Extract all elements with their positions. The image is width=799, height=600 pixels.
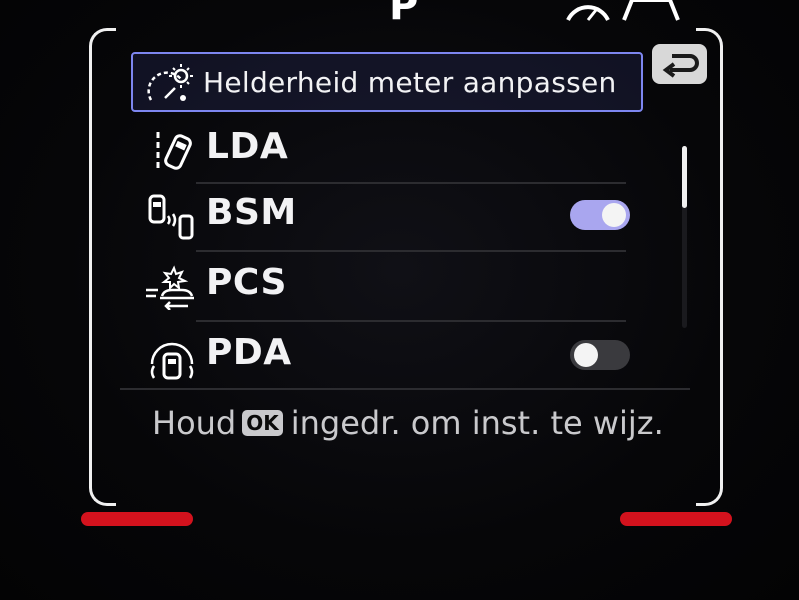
lane-departure-icon [156, 132, 192, 170]
menu-item-label: PDA [206, 332, 292, 373]
ok-key-badge: OK [242, 410, 283, 436]
meter-brightness-icon [147, 64, 193, 101]
gear-position-indicator: P [389, 0, 419, 29]
menu-item-pcs[interactable]: PCS [140, 254, 630, 320]
row-divider [196, 320, 626, 322]
gauge-and-car-icons [566, 0, 680, 21]
pda-toggle[interactable] [570, 340, 630, 370]
toggle-knob [602, 203, 626, 227]
blind-spot-monitor-icon [148, 194, 194, 240]
pre-collision-icon [146, 265, 194, 310]
meter-display: P Helderheid meter aanpassen LDA BSM PCS… [0, 0, 799, 600]
toggle-knob [574, 343, 598, 367]
scrollbar-thumb[interactable] [682, 146, 687, 208]
menu-item-label: Helderheid meter aanpassen [203, 66, 617, 99]
menu-item-label: BSM [206, 192, 297, 233]
menu-item-label: LDA [206, 126, 289, 167]
menu-item-bsm[interactable]: BSM [140, 184, 630, 250]
row-divider [120, 388, 690, 390]
proactive-driving-icon [150, 342, 194, 380]
menu-item-pda[interactable]: PDA [140, 324, 630, 390]
right-indicator-bar [620, 512, 732, 526]
back-button[interactable] [652, 44, 707, 84]
return-arrow-icon [662, 54, 699, 78]
row-divider [196, 250, 626, 252]
hint-prefix: Houd [152, 404, 237, 442]
frame-right-bracket [696, 28, 723, 506]
scrollbar[interactable] [682, 146, 687, 328]
hint-text: Houd OK ingedr. om inst. te wijz. [152, 404, 664, 442]
bsm-toggle[interactable] [570, 200, 630, 230]
menu-item-meter-brightness[interactable]: Helderheid meter aanpassen [131, 52, 643, 112]
left-indicator-bar [81, 512, 193, 526]
menu-item-label: PCS [206, 262, 287, 303]
menu-item-lda[interactable]: LDA [140, 118, 630, 184]
hint-suffix: ingedr. om inst. te wijz. [290, 404, 664, 442]
frame-left-bracket [89, 28, 116, 506]
